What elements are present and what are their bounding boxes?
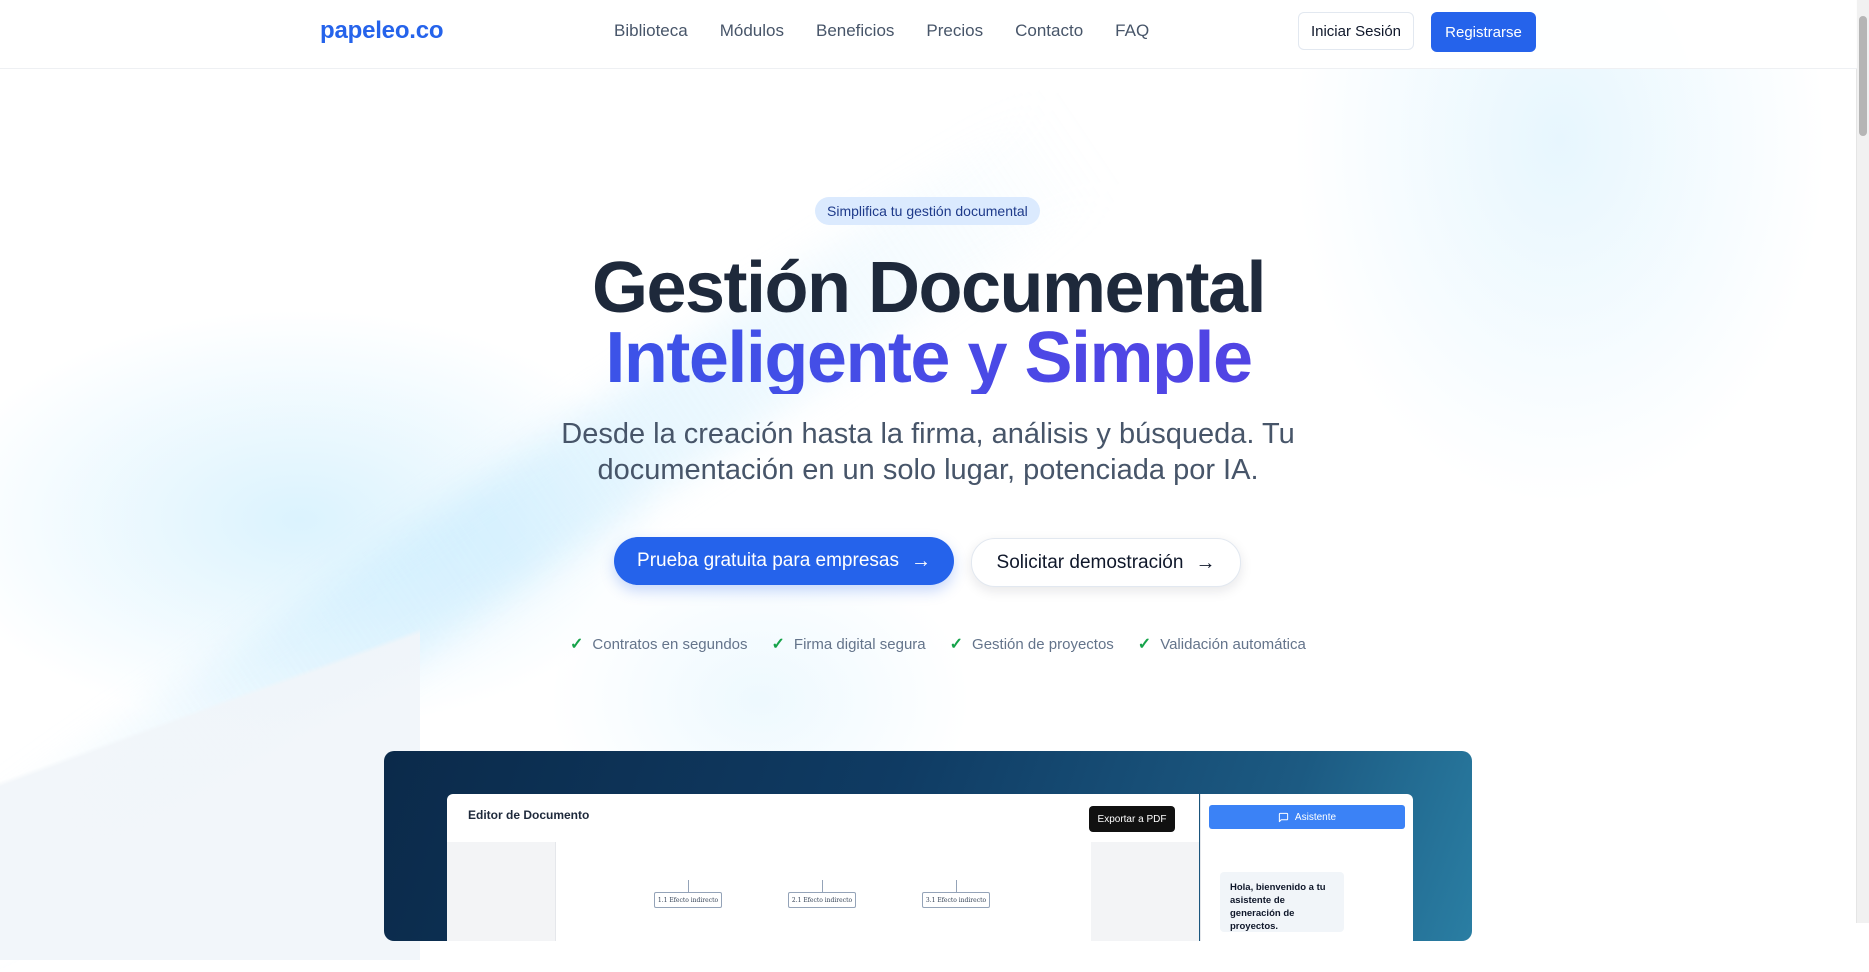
arrow-right-icon: → [910, 550, 931, 572]
export-pdf-button[interactable]: Exportar a PDF [1089, 806, 1175, 832]
product-preview: Editor de Documento Exportar a PDF 1.1 E… [384, 751, 1472, 941]
message-square-icon [1278, 812, 1289, 822]
nav-link-biblioteca[interactable]: Biblioteca [614, 21, 688, 41]
feature-label: Contratos en segundos [592, 635, 748, 653]
hero-title-line2: Inteligente y Simple [0, 322, 1857, 394]
feature-list: ✓ Contratos en segundos ✓ Firma digital … [570, 634, 1306, 654]
scrollbar-thumb[interactable] [1859, 16, 1867, 136]
feature-item: ✓ Contratos en segundos [570, 634, 748, 654]
feature-label: Gestión de proyectos [972, 635, 1114, 653]
editor-right-gutter [1091, 842, 1199, 941]
arrow-right-icon: → [1195, 551, 1216, 574]
request-demo-label: Solicitar demostración [996, 551, 1184, 573]
logo[interactable]: papeleo.co [320, 17, 444, 45]
diagram-connector [822, 880, 823, 892]
nav-link-beneficios[interactable]: Beneficios [816, 21, 894, 41]
nav-links: Biblioteca Módulos Beneficios Precios Co… [614, 21, 1149, 41]
check-icon: ✓ [771, 636, 785, 653]
assistant-message: Hola, bienvenido a tu asistente de gener… [1220, 872, 1344, 932]
diagram-node: 2.1 Efecto indirecto [788, 892, 856, 908]
document-editor-panel: Editor de Documento Exportar a PDF 1.1 E… [447, 794, 1199, 941]
scrollbar[interactable] [1856, 0, 1869, 923]
feature-item: ✓ Gestión de proyectos [950, 634, 1114, 654]
feature-item: ✓ Validación automática [1138, 634, 1306, 654]
diagram-connector [956, 880, 957, 892]
nav-link-faq[interactable]: FAQ [1115, 21, 1149, 41]
background-corner [0, 560, 420, 960]
feature-item: ✓ Firma digital segura [772, 634, 926, 654]
nav-link-precios[interactable]: Precios [926, 21, 983, 41]
feature-label: Firma digital segura [793, 635, 926, 653]
top-navbar: papeleo.co Biblioteca Módulos Beneficios… [0, 0, 1857, 69]
editor-left-gutter [447, 842, 555, 941]
diagram-node: 1.1 Efecto indirecto [654, 892, 722, 908]
assistant-panel: Asistente Hola, bienvenido a tu asistent… [1200, 794, 1413, 941]
check-icon: ✓ [1137, 636, 1152, 653]
check-icon: ✓ [570, 636, 584, 653]
login-button[interactable]: Iniciar Sesión [1298, 12, 1414, 50]
free-trial-button[interactable]: Prueba gratuita para empresas → [614, 537, 954, 585]
nav-link-modulos[interactable]: Módulos [720, 21, 784, 41]
request-demo-button[interactable]: Solicitar demostración → [971, 538, 1241, 587]
feature-label: Validación automática [1160, 635, 1306, 653]
nav-link-contacto[interactable]: Contacto [1015, 21, 1083, 41]
register-button[interactable]: Registrarse [1431, 12, 1536, 52]
hero-badge: Simplifica tu gestión documental [815, 197, 1040, 225]
diagram-node: 3.1 Efecto indirecto [922, 892, 990, 908]
hero-subtitle: Desde la creación hasta la firma, anális… [561, 418, 1295, 486]
assistant-label: Asistente [1294, 811, 1337, 823]
hero-title-line1: Gestión Documental [591, 248, 1267, 328]
free-trial-label: Prueba gratuita para empresas [637, 550, 899, 571]
editor-title: Editor de Documento [468, 808, 590, 822]
diagram-connector [688, 880, 689, 892]
assistant-button[interactable]: Asistente [1209, 805, 1405, 829]
check-icon: ✓ [949, 636, 964, 653]
editor-page: 1.1 Efecto indirecto 2.1 Efecto indirect… [555, 842, 1093, 941]
